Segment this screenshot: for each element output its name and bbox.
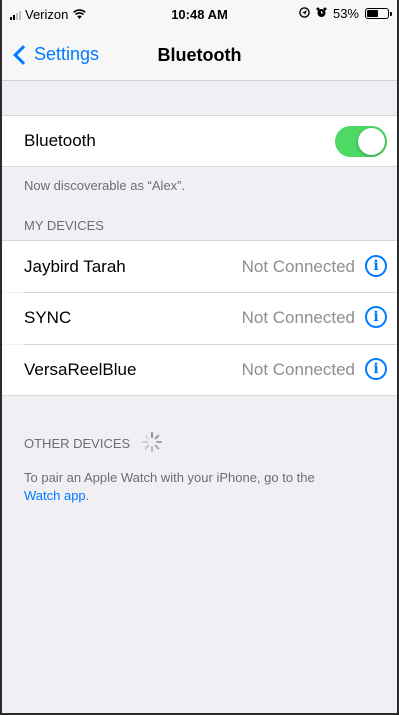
battery-fill xyxy=(367,10,378,17)
device-status: Not Connected xyxy=(241,360,355,379)
device-row[interactable]: Jaybird Tarah Not Connected i xyxy=(0,241,399,292)
pair-watch-text: To pair an Apple Watch with your iPhone,… xyxy=(24,469,384,505)
toggle-knob xyxy=(358,128,385,155)
device-name: VersaReelBlue xyxy=(24,360,137,379)
navigation-bar: Settings Bluetooth xyxy=(0,28,399,81)
alarm-icon xyxy=(316,6,327,21)
info-icon[interactable]: i xyxy=(365,306,387,328)
bluetooth-label: Bluetooth xyxy=(24,131,96,150)
grouped-background xyxy=(0,81,399,715)
discoverable-text: Now discoverable as “Alex”. xyxy=(24,178,186,193)
loading-spinner-icon xyxy=(142,432,162,452)
device-name: Jaybird Tarah xyxy=(24,257,126,276)
bluetooth-toggle[interactable] xyxy=(335,126,387,157)
my-devices-header: MY DEVICES xyxy=(24,218,104,233)
bluetooth-toggle-row: Bluetooth xyxy=(0,116,399,166)
device-row[interactable]: VersaReelBlue Not Connected i xyxy=(0,345,399,395)
battery-icon xyxy=(365,8,392,19)
pair-watch-suffix: . xyxy=(85,488,90,503)
device-status: Not Connected xyxy=(241,257,355,276)
device-status: Not Connected xyxy=(241,308,355,327)
device-name: SYNC xyxy=(24,308,72,327)
pair-watch-instruction: To pair an Apple Watch with your iPhone,… xyxy=(24,470,315,485)
status-bar: Verizon 10:48 AM 53% xyxy=(0,0,399,28)
divider xyxy=(0,166,399,167)
location-icon xyxy=(299,6,310,21)
info-icon[interactable]: i xyxy=(365,358,387,380)
other-devices-header: OTHER DEVICES xyxy=(24,436,131,451)
device-row[interactable]: SYNC Not Connected i xyxy=(0,293,399,344)
divider xyxy=(0,395,399,396)
watch-app-link[interactable]: Watch app xyxy=(24,488,86,503)
info-icon[interactable]: i xyxy=(365,255,387,277)
status-right: 53% xyxy=(299,6,392,21)
battery-percent: 53% xyxy=(332,6,359,21)
page-title: Bluetooth xyxy=(157,45,242,65)
